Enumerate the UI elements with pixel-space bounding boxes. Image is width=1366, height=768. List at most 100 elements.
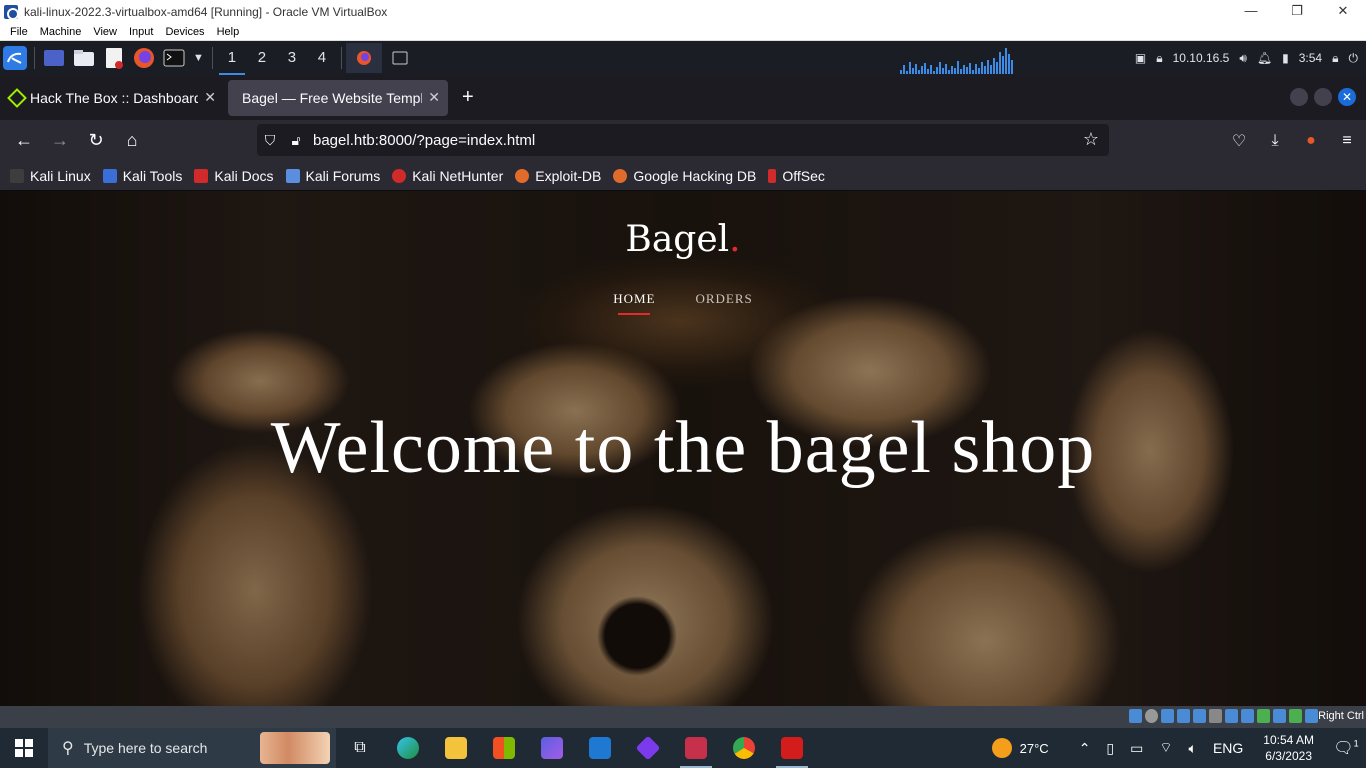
panel-clock[interactable]: 3:54 [1299,51,1322,65]
downloads-icon[interactable]: ⤓ [1264,132,1286,150]
workspace-2[interactable]: 2 [247,41,277,75]
bookmark-star-icon[interactable]: ☆ [1083,129,1099,150]
start-button[interactable] [0,728,48,768]
taskbar-search[interactable]: ⚲ Type here to search [48,728,336,768]
nav-home-link[interactable]: HOME [613,291,655,315]
text-editor-button[interactable] [99,43,129,73]
speaker-icon[interactable]: 🔈︎ [1189,740,1197,757]
site-logo[interactable]: Bagel. [0,219,1366,260]
shield-icon[interactable]: ⛉ [257,132,283,149]
battery-icon[interactable]: ▭ [1130,740,1143,757]
cpu-icon[interactable] [1257,709,1270,723]
nav-orders-link[interactable]: ORDERS [695,291,752,315]
logout-icon[interactable]: ⏻ [1349,51,1359,66]
menu-machine[interactable]: Machine [34,26,88,38]
menu-view[interactable]: View [87,26,123,38]
workspace-3[interactable]: 3 [277,41,307,75]
insecure-lock-icon[interactable]: 🔓︎ [283,132,309,149]
keyboard-icon[interactable] [1289,709,1302,723]
copilot-icon [541,737,563,759]
close-tab-icon[interactable]: ✕ [428,89,440,106]
storage-icon[interactable] [1129,709,1142,723]
audio-icon[interactable] [1161,709,1174,723]
restore-button[interactable]: ❐ [1274,0,1320,23]
hamburger-menu-icon[interactable]: ≡ [1336,132,1358,150]
bookmark-kali-tools[interactable]: Kali Tools [102,168,182,184]
vpn-ip-address: 10.10.16.5 [1172,51,1230,65]
close-browser-icon[interactable]: ✕ [1338,88,1356,106]
minimize-browser-icon[interactable] [1290,88,1308,106]
bookmark-google-hacking-db[interactable]: Google Hacking DB [613,168,756,184]
taskbar-edge[interactable] [384,728,432,768]
mouse-integration-icon[interactable] [1273,709,1286,723]
reload-icon[interactable]: ↻ [78,130,114,151]
taskbar-chrome[interactable] [720,728,768,768]
bookmark-offsec[interactable]: OffSec [768,168,825,184]
volume-icon[interactable]: 🔊︎ [1239,51,1247,66]
url-text[interactable]: bagel.htb:8000/?page=index.html [313,132,535,149]
taskbar-copilot[interactable] [528,728,576,768]
menu-input[interactable]: Input [123,26,159,38]
task-view-button[interactable]: ⧉ [336,728,384,768]
weather-widget[interactable]: 27°C [991,738,1049,758]
optical-drive-icon[interactable] [1145,709,1158,723]
taskbar-firefox-window[interactable] [345,43,382,73]
usb-icon[interactable] [1193,709,1206,723]
chevron-down-icon[interactable]: ▼ [193,52,204,64]
file-manager-button[interactable] [69,43,99,73]
new-tab-button[interactable]: + [462,86,474,109]
workspace-1[interactable]: 1 [217,41,247,75]
system-clock[interactable]: 10:54 AM 6/3/2023 [1263,732,1314,764]
bookmark-kali-nethunter[interactable]: Kali NetHunter [392,168,503,184]
device-icon[interactable]: ▯ [1106,740,1114,757]
bookmark-kali-forums[interactable]: Kali Forums [285,168,380,184]
kali-menu-button[interactable] [0,43,30,73]
network-activity-graph [900,46,1030,74]
show-desktop-button[interactable] [39,43,69,73]
firefox-launcher-button[interactable] [129,43,159,73]
search-icon: ⚲ [62,740,74,757]
tab-bagel[interactable]: Bagel — Free Website Template ✕ [228,79,448,116]
workspace-4[interactable]: 4 [307,41,337,75]
wifi-icon[interactable]: ⌔ [1159,739,1172,757]
clock-date: 6/3/2023 [1265,749,1312,763]
taskbar-amd-software[interactable] [768,728,816,768]
input-language[interactable]: ENG [1213,740,1243,756]
site-nav: HOME ORDERS [0,291,1366,315]
bookmark-kali-docs[interactable]: Kali Docs [194,168,274,184]
pocket-icon[interactable]: ♡ [1228,131,1250,151]
home-icon[interactable]: ⌂ [114,130,150,151]
back-arrow-icon[interactable]: ← [6,130,42,151]
display-icon[interactable]: ▣ [1135,51,1146,65]
extension-icon[interactable]: ● [1300,132,1322,150]
taskbar-mail[interactable] [576,728,624,768]
shared-folders-icon[interactable] [1209,709,1222,723]
maximize-browser-icon[interactable] [1314,88,1332,106]
notification-center-icon[interactable]: 🗨︎1 [1326,738,1366,758]
host-key-icon[interactable] [1305,709,1318,723]
menu-file[interactable]: File [4,26,34,38]
lock-screen-icon[interactable]: 🔒︎ [1332,51,1338,66]
bookmark-kali-linux[interactable]: Kali Linux [10,168,91,184]
windows-taskbar: ⚲ Type here to search ⧉ 27°C ⌃ ▯ ▭ ⌔ 🔈︎ … [0,728,1366,768]
close-tab-icon[interactable]: ✕ [204,89,216,106]
taskbar-obsidian[interactable] [624,728,672,768]
taskbar-virtualbox-kali[interactable] [672,728,720,768]
tab-hackthebox[interactable]: Hack The Box :: Dashboard ✕ [2,80,224,116]
taskbar-file-explorer[interactable] [432,728,480,768]
bookmark-exploit-db[interactable]: Exploit-DB [515,168,601,184]
display-icon[interactable] [1225,709,1238,723]
recording-icon[interactable] [1241,709,1254,723]
menu-help[interactable]: Help [211,26,246,38]
terminal-launcher-button[interactable] [159,43,189,73]
minimize-button[interactable]: — [1228,0,1274,23]
address-bar[interactable]: ⛉ 🔓︎ bagel.htb:8000/?page=index.html ☆ [257,124,1109,156]
chevron-up-icon[interactable]: ⌃ [1079,740,1091,757]
taskbar-store[interactable] [480,728,528,768]
taskbar-terminal-window[interactable] [382,43,418,73]
forward-arrow-icon[interactable]: → [42,130,78,151]
menu-devices[interactable]: Devices [159,26,210,38]
notification-bell-icon[interactable]: 🔔︎ [1257,51,1272,65]
close-button[interactable]: ✕ [1320,0,1366,23]
network-icon[interactable] [1177,709,1190,723]
